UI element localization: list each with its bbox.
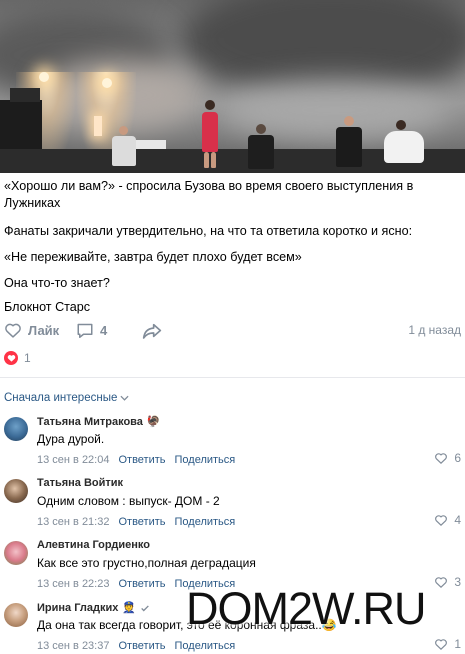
- comment-like-count: 4: [454, 513, 461, 527]
- share-link[interactable]: Поделиться: [175, 454, 236, 466]
- post-paragraph: «Не переживайте, завтра будет плохо буде…: [4, 250, 302, 264]
- avatar[interactable]: [4, 417, 28, 441]
- comment-author[interactable]: Алевтина Гордиенко: [37, 539, 150, 551]
- comment-icon: [77, 323, 93, 338]
- post-paragraph: «Хорошо ли вам?» - спросила Бузова во вр…: [4, 179, 414, 210]
- author-name: Татьяна Войтик: [37, 477, 124, 489]
- author-name: Алевтина Гордиенко: [37, 539, 150, 551]
- divider: [0, 377, 465, 378]
- verified-icon: [141, 604, 149, 611]
- post-paragraph: Она что-то знает?: [4, 276, 110, 290]
- reply-link[interactable]: Ответить: [118, 454, 165, 466]
- comment-count: 4: [100, 323, 108, 338]
- heart-reaction-icon: [4, 351, 18, 365]
- comment-like-button[interactable]: 4: [434, 513, 461, 527]
- comment-text: Одним словом : выпуск- ДОМ - 2: [37, 494, 220, 508]
- share-link[interactable]: Поделиться: [175, 516, 236, 528]
- comment-like-count: 3: [454, 575, 461, 589]
- post-source: Блокнот Старс: [4, 300, 91, 314]
- comment-text: Как все это грустно,полная деградация: [37, 556, 256, 570]
- comment-like-button[interactable]: 6: [434, 451, 461, 465]
- post-photo[interactable]: [0, 0, 465, 173]
- comment-author[interactable]: Татьяна Войтик: [37, 477, 123, 489]
- comment-item: Татьяна Войтик Одним словом : выпуск- ДО…: [0, 477, 465, 537]
- heart-icon: [435, 515, 448, 526]
- heart-icon: [435, 577, 448, 588]
- reactions-summary[interactable]: 1: [4, 351, 31, 365]
- post-actions: Лайк 4 1 д назад: [4, 322, 464, 342]
- comment-text: Дура дурой.: [37, 432, 105, 446]
- heart-icon: [435, 639, 448, 650]
- sort-label: Сначала интересные: [4, 392, 118, 404]
- reply-link[interactable]: Ответить: [118, 516, 165, 528]
- share-icon: [142, 323, 162, 339]
- comment-date[interactable]: 13 сен в 22:04: [37, 454, 109, 466]
- watermark: DOM2W.RU: [186, 583, 426, 634]
- comment-meta: 13 сен в 21:32 Ответить Поделиться: [37, 516, 235, 528]
- reply-link[interactable]: Ответить: [118, 640, 165, 652]
- comments-sort-dropdown[interactable]: Сначала интересные: [4, 392, 129, 404]
- author-name: Татьяна Митракова: [37, 415, 143, 428]
- like-button[interactable]: Лайк: [4, 322, 59, 338]
- post-paragraph: Фанаты закричали утвердительно, на что т…: [4, 224, 413, 238]
- author-badge: 🦃: [146, 416, 161, 428]
- comment-date[interactable]: 13 сен в 22:23: [37, 578, 109, 590]
- like-label: Лайк: [28, 322, 60, 338]
- chevron-down-icon: [120, 395, 129, 401]
- avatar[interactable]: [4, 479, 28, 503]
- comment-like-button[interactable]: 1: [434, 637, 461, 651]
- share-button[interactable]: [142, 322, 162, 339]
- comment-author[interactable]: Татьяна Митракова 🦃: [37, 415, 161, 429]
- heart-icon: [435, 453, 448, 464]
- reply-link[interactable]: Ответить: [118, 578, 165, 590]
- comment-button[interactable]: 4: [76, 322, 107, 339]
- comment-like-button[interactable]: 3: [434, 575, 461, 589]
- avatar[interactable]: [4, 603, 28, 627]
- comment-like-count: 6: [454, 451, 461, 465]
- comment-like-count: 1: [454, 637, 461, 651]
- author-name: Ирина Гладких: [37, 601, 119, 614]
- comment-date[interactable]: 13 сен в 23:37: [37, 640, 109, 652]
- comment-meta: 13 сен в 22:04 Ответить Поделиться: [37, 454, 235, 466]
- comment-author[interactable]: Ирина Гладких 👮: [37, 601, 150, 614]
- post-time[interactable]: 1 д назад: [408, 323, 461, 337]
- author-badge: 👮: [122, 602, 137, 614]
- avatar[interactable]: [4, 541, 28, 565]
- reactions-count: 1: [24, 351, 31, 365]
- comment-meta: 13 сен в 23:37 Ответить Поделиться: [37, 640, 235, 652]
- comment-item: Татьяна Митракова 🦃 Дура дурой. 13 сен в…: [0, 415, 465, 475]
- heart-icon: [5, 323, 21, 338]
- comment-date[interactable]: 13 сен в 21:32: [37, 516, 109, 528]
- share-link[interactable]: Поделиться: [175, 640, 236, 652]
